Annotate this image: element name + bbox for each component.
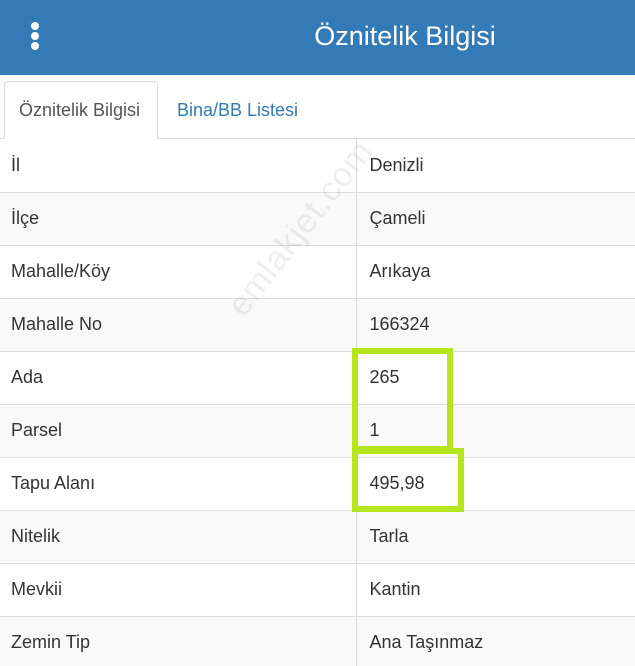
attribute-key: Zemin Tip [0,616,357,666]
attribute-table: İl Denizli İlçe Çameli Mahalle/Köy Arıka… [0,139,635,666]
attribute-key: İlçe [0,192,357,246]
tab-attribute-info[interactable]: Öznitelik Bilgisi [4,81,158,139]
table-row: Zemin Tip Ana Taşınmaz [0,616,635,666]
attribute-value: Çameli [356,192,635,246]
table-row: Mahalle/Köy Arıkaya [0,245,635,299]
attribute-value: Tarla [356,510,635,564]
table-row: Nitelik Tarla [0,510,635,564]
page-title: Öznitelik Bilgisi [314,21,496,51]
attribute-value: 265 [356,351,635,405]
tab-building-list[interactable]: Bina/BB Listesi [162,81,313,139]
attribute-key: Mahalle No [0,298,357,352]
attribute-key: Parsel [0,404,357,458]
attribute-key: Mahalle/Köy [0,245,357,299]
table-row: İlçe Çameli [0,192,635,246]
tab-bar: Öznitelik Bilgisi Bina/BB Listesi [0,75,635,139]
attribute-key: Nitelik [0,510,357,564]
attribute-key: İl [0,139,357,193]
attribute-key: Mevkii [0,563,357,617]
attribute-value: Ana Taşınmaz [356,616,635,666]
attribute-key: Tapu Alanı [0,457,357,511]
attribute-value: 1 [356,404,635,458]
table-row: Parsel 1 [0,404,635,458]
more-vertical-icon[interactable] [22,18,50,54]
table-row: Ada 265 [0,351,635,405]
table-row: Tapu Alanı 495,98 [0,457,635,511]
attribute-value: Denizli [356,139,635,193]
table-row: İl Denizli [0,139,635,193]
attribute-value: 495,98 [356,457,635,511]
attribute-info-page: Öznitelik Bilgisi Öznitelik Bilgisi Bina… [0,0,635,666]
attribute-value: 166324 [356,298,635,352]
attribute-value: Kantin [356,563,635,617]
attribute-value: Arıkaya [356,245,635,299]
header-bar: Öznitelik Bilgisi [0,0,635,75]
table-row: Mevkii Kantin [0,563,635,617]
table-row: Mahalle No 166324 [0,298,635,352]
attribute-key: Ada [0,351,357,405]
